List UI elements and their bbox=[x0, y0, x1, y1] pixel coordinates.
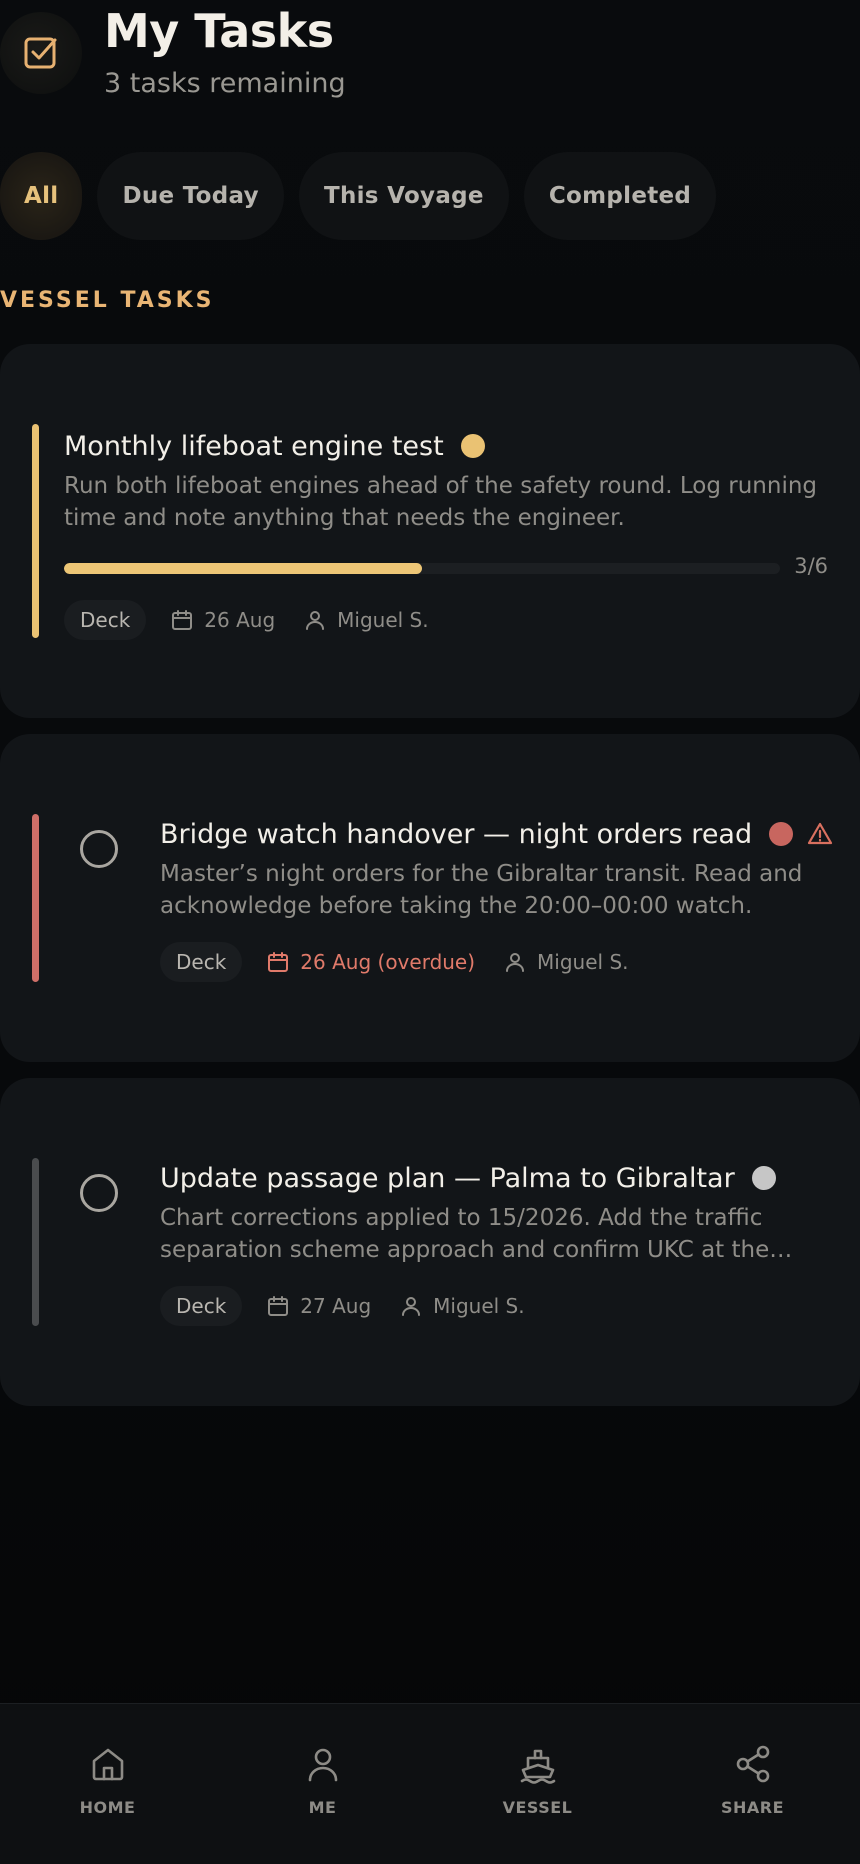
task-assignee: Miguel S. bbox=[433, 1294, 525, 1318]
task-complete-checkbox[interactable] bbox=[80, 830, 118, 868]
person-icon bbox=[402, 1297, 421, 1316]
task-card[interactable]: Monthly lifeboat engine test Run both li… bbox=[0, 344, 860, 718]
nav-vessel[interactable]: VESSEL bbox=[430, 1704, 645, 1864]
filter-all[interactable]: All bbox=[0, 152, 83, 240]
nav-home-label: HOME bbox=[79, 1798, 136, 1817]
filter-due-today[interactable]: Due Today bbox=[97, 152, 284, 240]
filter-chips: All Due Today This Voyage Completed bbox=[0, 152, 717, 240]
priority-dot bbox=[751, 1166, 776, 1190]
task-description: Chart corrections applied to 15/2026. Ad… bbox=[160, 1205, 793, 1263]
calendar-icon bbox=[268, 1296, 289, 1316]
filter-this-voyage[interactable]: This Voyage bbox=[298, 152, 509, 240]
person-icon bbox=[506, 953, 525, 972]
progress-fill bbox=[64, 563, 422, 574]
task-title: Update passage plan — Palma to Gibraltar bbox=[160, 1162, 735, 1194]
calendar-icon bbox=[172, 610, 193, 630]
task-description: Run both lifeboat engines ahead of the s… bbox=[64, 473, 818, 531]
task-card[interactable]: Bridge watch handover — night orders rea… bbox=[0, 734, 860, 1062]
nav-share[interactable]: SHARE bbox=[645, 1704, 860, 1864]
tasks-remaining-count: 3 tasks remaining bbox=[104, 68, 346, 99]
nav-share-label: SHARE bbox=[720, 1798, 785, 1817]
progress-bar bbox=[64, 563, 780, 574]
task-priority-bar bbox=[32, 1158, 39, 1326]
task-title: Monthly lifeboat engine test bbox=[64, 430, 444, 462]
progress-label: 3/6 bbox=[794, 554, 828, 578]
nav-me[interactable]: ME bbox=[215, 1704, 430, 1864]
task-tag[interactable]: Deck bbox=[64, 600, 147, 640]
calendar-icon bbox=[268, 952, 289, 972]
share-icon bbox=[736, 1745, 769, 1783]
task-meta: Deck 27 Aug Miguel S. bbox=[160, 1286, 553, 1326]
task-due-date: 26 Aug bbox=[204, 608, 276, 632]
task-meta: Deck 26 Aug (overdue) Miguel S. bbox=[160, 942, 657, 982]
task-assignee: Miguel S. bbox=[537, 950, 629, 974]
task-complete-checkbox[interactable] bbox=[80, 1174, 118, 1212]
header-checkbox-icon bbox=[0, 12, 82, 94]
task-description: Master’s night orders for the Gibraltar … bbox=[160, 861, 803, 919]
task-priority-bar bbox=[32, 424, 39, 638]
warning-triangle-icon bbox=[808, 822, 833, 845]
task-priority-bar bbox=[32, 814, 39, 982]
page-title: My Tasks bbox=[104, 4, 334, 58]
task-card[interactable]: Update passage plan — Palma to Gibraltar… bbox=[0, 1078, 860, 1406]
nav-me-label: ME bbox=[308, 1798, 337, 1817]
task-assignee: Miguel S. bbox=[337, 608, 429, 632]
tasks-screen: My Tasks 3 tasks remaining All Due Today… bbox=[0, 0, 860, 1864]
task-meta: Deck 26 Aug Miguel S. bbox=[64, 600, 457, 640]
home-icon bbox=[92, 1748, 123, 1781]
task-due-date: 27 Aug bbox=[300, 1294, 372, 1318]
priority-dot bbox=[460, 434, 485, 458]
person-icon bbox=[306, 611, 325, 630]
filter-completed[interactable]: Completed bbox=[523, 152, 717, 240]
task-due-date: 26 Aug (overdue) bbox=[300, 950, 476, 974]
nav-vessel-label: VESSEL bbox=[502, 1798, 573, 1817]
section-label: VESSEL TASKS bbox=[0, 288, 215, 313]
ship-icon bbox=[520, 1749, 555, 1784]
person-icon bbox=[308, 1748, 337, 1782]
nav-home[interactable]: HOME bbox=[0, 1704, 215, 1864]
task-title: Bridge watch handover — night orders rea… bbox=[160, 818, 753, 850]
task-tag[interactable]: Deck bbox=[160, 942, 243, 982]
priority-dot bbox=[769, 822, 794, 846]
task-tag[interactable]: Deck bbox=[160, 1286, 243, 1326]
bottom-nav: HOME ME VESSEL SHARE bbox=[0, 1703, 860, 1864]
